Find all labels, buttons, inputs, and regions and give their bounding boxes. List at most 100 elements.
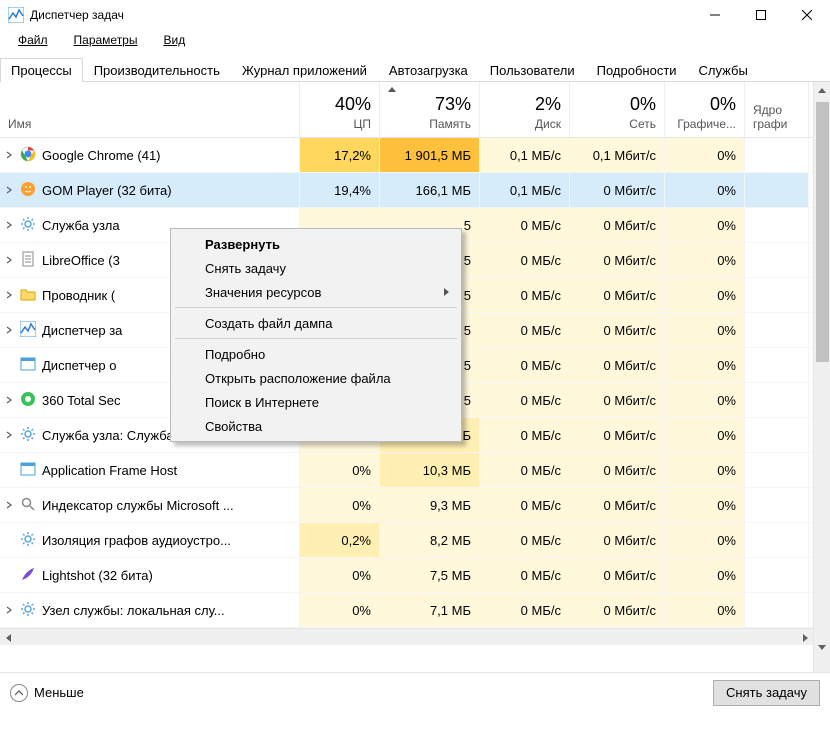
gpu-engine-cell xyxy=(745,208,809,242)
gpu-cell: 0% xyxy=(665,488,745,522)
tab-processes[interactable]: Процессы xyxy=(0,58,83,82)
scroll-thumb[interactable] xyxy=(816,102,829,362)
gpu-engine-cell xyxy=(745,523,809,557)
network-cell: 0 Мбит/с xyxy=(570,453,665,487)
col-gpu[interactable]: 0%Графиче... xyxy=(665,82,745,137)
ctx-properties[interactable]: Свойства xyxy=(173,414,459,438)
network-cell: 0,1 Мбит/с xyxy=(570,138,665,172)
gpu-cell: 0% xyxy=(665,593,745,627)
footer-bar: Меньше Снять задачу xyxy=(0,672,830,712)
process-name-cell: GOM Player (32 бита) xyxy=(0,173,300,207)
gpu-engine-cell xyxy=(745,383,809,417)
network-cell: 0 Мбит/с xyxy=(570,383,665,417)
ctx-resource-values[interactable]: Значения ресурсов xyxy=(173,280,459,304)
end-task-button[interactable]: Снять задачу xyxy=(713,680,820,706)
fewer-details-toggle[interactable]: Меньше xyxy=(10,684,84,702)
table-header: Имя 40%ЦП 73%Память 2%Диск 0%Сеть 0%Граф… xyxy=(0,82,830,138)
gpu-cell: 0% xyxy=(665,558,745,592)
disk-cell: 0,1 МБ/с xyxy=(480,173,570,207)
disk-cell: 0 МБ/с xyxy=(480,488,570,522)
process-name-cell: Узел службы: локальная слу... xyxy=(0,593,300,627)
gpu-cell: 0% xyxy=(665,313,745,347)
table-row[interactable]: Индексатор службы Microsoft ... 0% 9,3 М… xyxy=(0,488,830,523)
gpu-engine-cell xyxy=(745,313,809,347)
gpu-engine-cell xyxy=(745,593,809,627)
process-name: LibreOffice (3 xyxy=(42,253,120,268)
disk-cell: 0 МБ/с xyxy=(480,348,570,382)
cpu-cell: 0% xyxy=(300,488,380,522)
gpu-cell: 0% xyxy=(665,173,745,207)
disk-cell: 0 МБ/с xyxy=(480,523,570,557)
feather-icon xyxy=(20,566,36,585)
process-name-cell: Application Frame Host xyxy=(0,453,300,487)
tab-details[interactable]: Подробности xyxy=(586,58,688,82)
col-name[interactable]: Имя xyxy=(0,82,300,137)
scroll-left-icon[interactable] xyxy=(0,629,17,646)
network-cell: 0 Мбит/с xyxy=(570,278,665,312)
process-name: 360 Total Sec xyxy=(42,393,121,408)
horizontal-scrollbar[interactable] xyxy=(0,628,830,645)
table-row[interactable]: Изоляция графов аудиоустро... 0,2% 8,2 М… xyxy=(0,523,830,558)
tab-app-history[interactable]: Журнал приложений xyxy=(231,58,378,82)
ctx-end-task[interactable]: Снять задачу xyxy=(173,256,459,280)
col-network[interactable]: 0%Сеть xyxy=(570,82,665,137)
ctx-create-dump[interactable]: Создать файл дампа xyxy=(173,311,459,335)
col-memory[interactable]: 73%Память xyxy=(380,82,480,137)
table-row[interactable]: GOM Player (32 бита) 19,4% 166,1 МБ 0,1 … xyxy=(0,173,830,208)
tab-performance[interactable]: Производительность xyxy=(83,58,231,82)
table-row[interactable]: Узел службы: локальная слу... 0% 7,1 МБ … xyxy=(0,593,830,628)
gpu-engine-cell xyxy=(745,278,809,312)
cpu-cell: 0% xyxy=(300,558,380,592)
table-row[interactable]: Lightshot (32 бита) 0% 7,5 МБ 0 МБ/с 0 М… xyxy=(0,558,830,593)
gpu-engine-cell xyxy=(745,243,809,277)
cpu-cell: 0% xyxy=(300,593,380,627)
col-gpu-engine[interactable]: Ядро графи xyxy=(745,82,809,137)
gpu-cell: 0% xyxy=(665,453,745,487)
close-button[interactable] xyxy=(784,0,830,30)
360-icon xyxy=(20,391,36,410)
ctx-separator xyxy=(175,338,457,339)
menu-options[interactable]: Параметры xyxy=(62,31,150,49)
scroll-down-icon[interactable] xyxy=(814,638,830,655)
tab-users[interactable]: Пользователи xyxy=(479,58,586,82)
maximize-button[interactable] xyxy=(738,0,784,30)
gpu-cell: 0% xyxy=(665,383,745,417)
network-cell: 0 Мбит/с xyxy=(570,593,665,627)
tab-startup[interactable]: Автозагрузка xyxy=(378,58,479,82)
ctx-expand[interactable]: Развернуть xyxy=(173,232,459,256)
memory-cell: 7,5 МБ xyxy=(380,558,480,592)
disk-cell: 0 МБ/с xyxy=(480,243,570,277)
scroll-right-icon[interactable] xyxy=(796,629,813,646)
winapp-icon xyxy=(20,356,36,375)
tab-services[interactable]: Службы xyxy=(688,58,759,82)
col-disk[interactable]: 2%Диск xyxy=(480,82,570,137)
vertical-scrollbar[interactable] xyxy=(813,82,830,672)
gpu-cell: 0% xyxy=(665,243,745,277)
gpu-engine-cell xyxy=(745,558,809,592)
ctx-open-location[interactable]: Открыть расположение файла xyxy=(173,366,459,390)
memory-cell: 7,1 МБ xyxy=(380,593,480,627)
gpu-cell: 0% xyxy=(665,138,745,172)
ctx-search-online[interactable]: Поиск в Интернете xyxy=(173,390,459,414)
memory-cell: 1 901,5 МБ xyxy=(380,138,480,172)
menu-file[interactable]: Файл xyxy=(6,31,60,49)
cpu-cell: 0,2% xyxy=(300,523,380,557)
scroll-up-icon[interactable] xyxy=(814,82,830,99)
table-row[interactable]: Application Frame Host 0% 10,3 МБ 0 МБ/с… xyxy=(0,453,830,488)
gpu-engine-cell xyxy=(745,138,809,172)
network-cell: 0 Мбит/с xyxy=(570,173,665,207)
process-name: Application Frame Host xyxy=(42,463,177,478)
network-cell: 0 Мбит/с xyxy=(570,488,665,522)
menu-view[interactable]: Вид xyxy=(151,31,197,49)
minimize-button[interactable] xyxy=(692,0,738,30)
gpu-engine-cell xyxy=(745,488,809,522)
gpu-engine-cell xyxy=(745,173,809,207)
network-cell: 0 Мбит/с xyxy=(570,348,665,382)
gom-icon xyxy=(20,181,36,200)
gpu-cell: 0% xyxy=(665,208,745,242)
ctx-details[interactable]: Подробно xyxy=(173,342,459,366)
disk-cell: 0 МБ/с xyxy=(480,278,570,312)
col-cpu[interactable]: 40%ЦП xyxy=(300,82,380,137)
app-icon xyxy=(8,7,24,23)
table-row[interactable]: Google Chrome (41) 17,2% 1 901,5 МБ 0,1 … xyxy=(0,138,830,173)
